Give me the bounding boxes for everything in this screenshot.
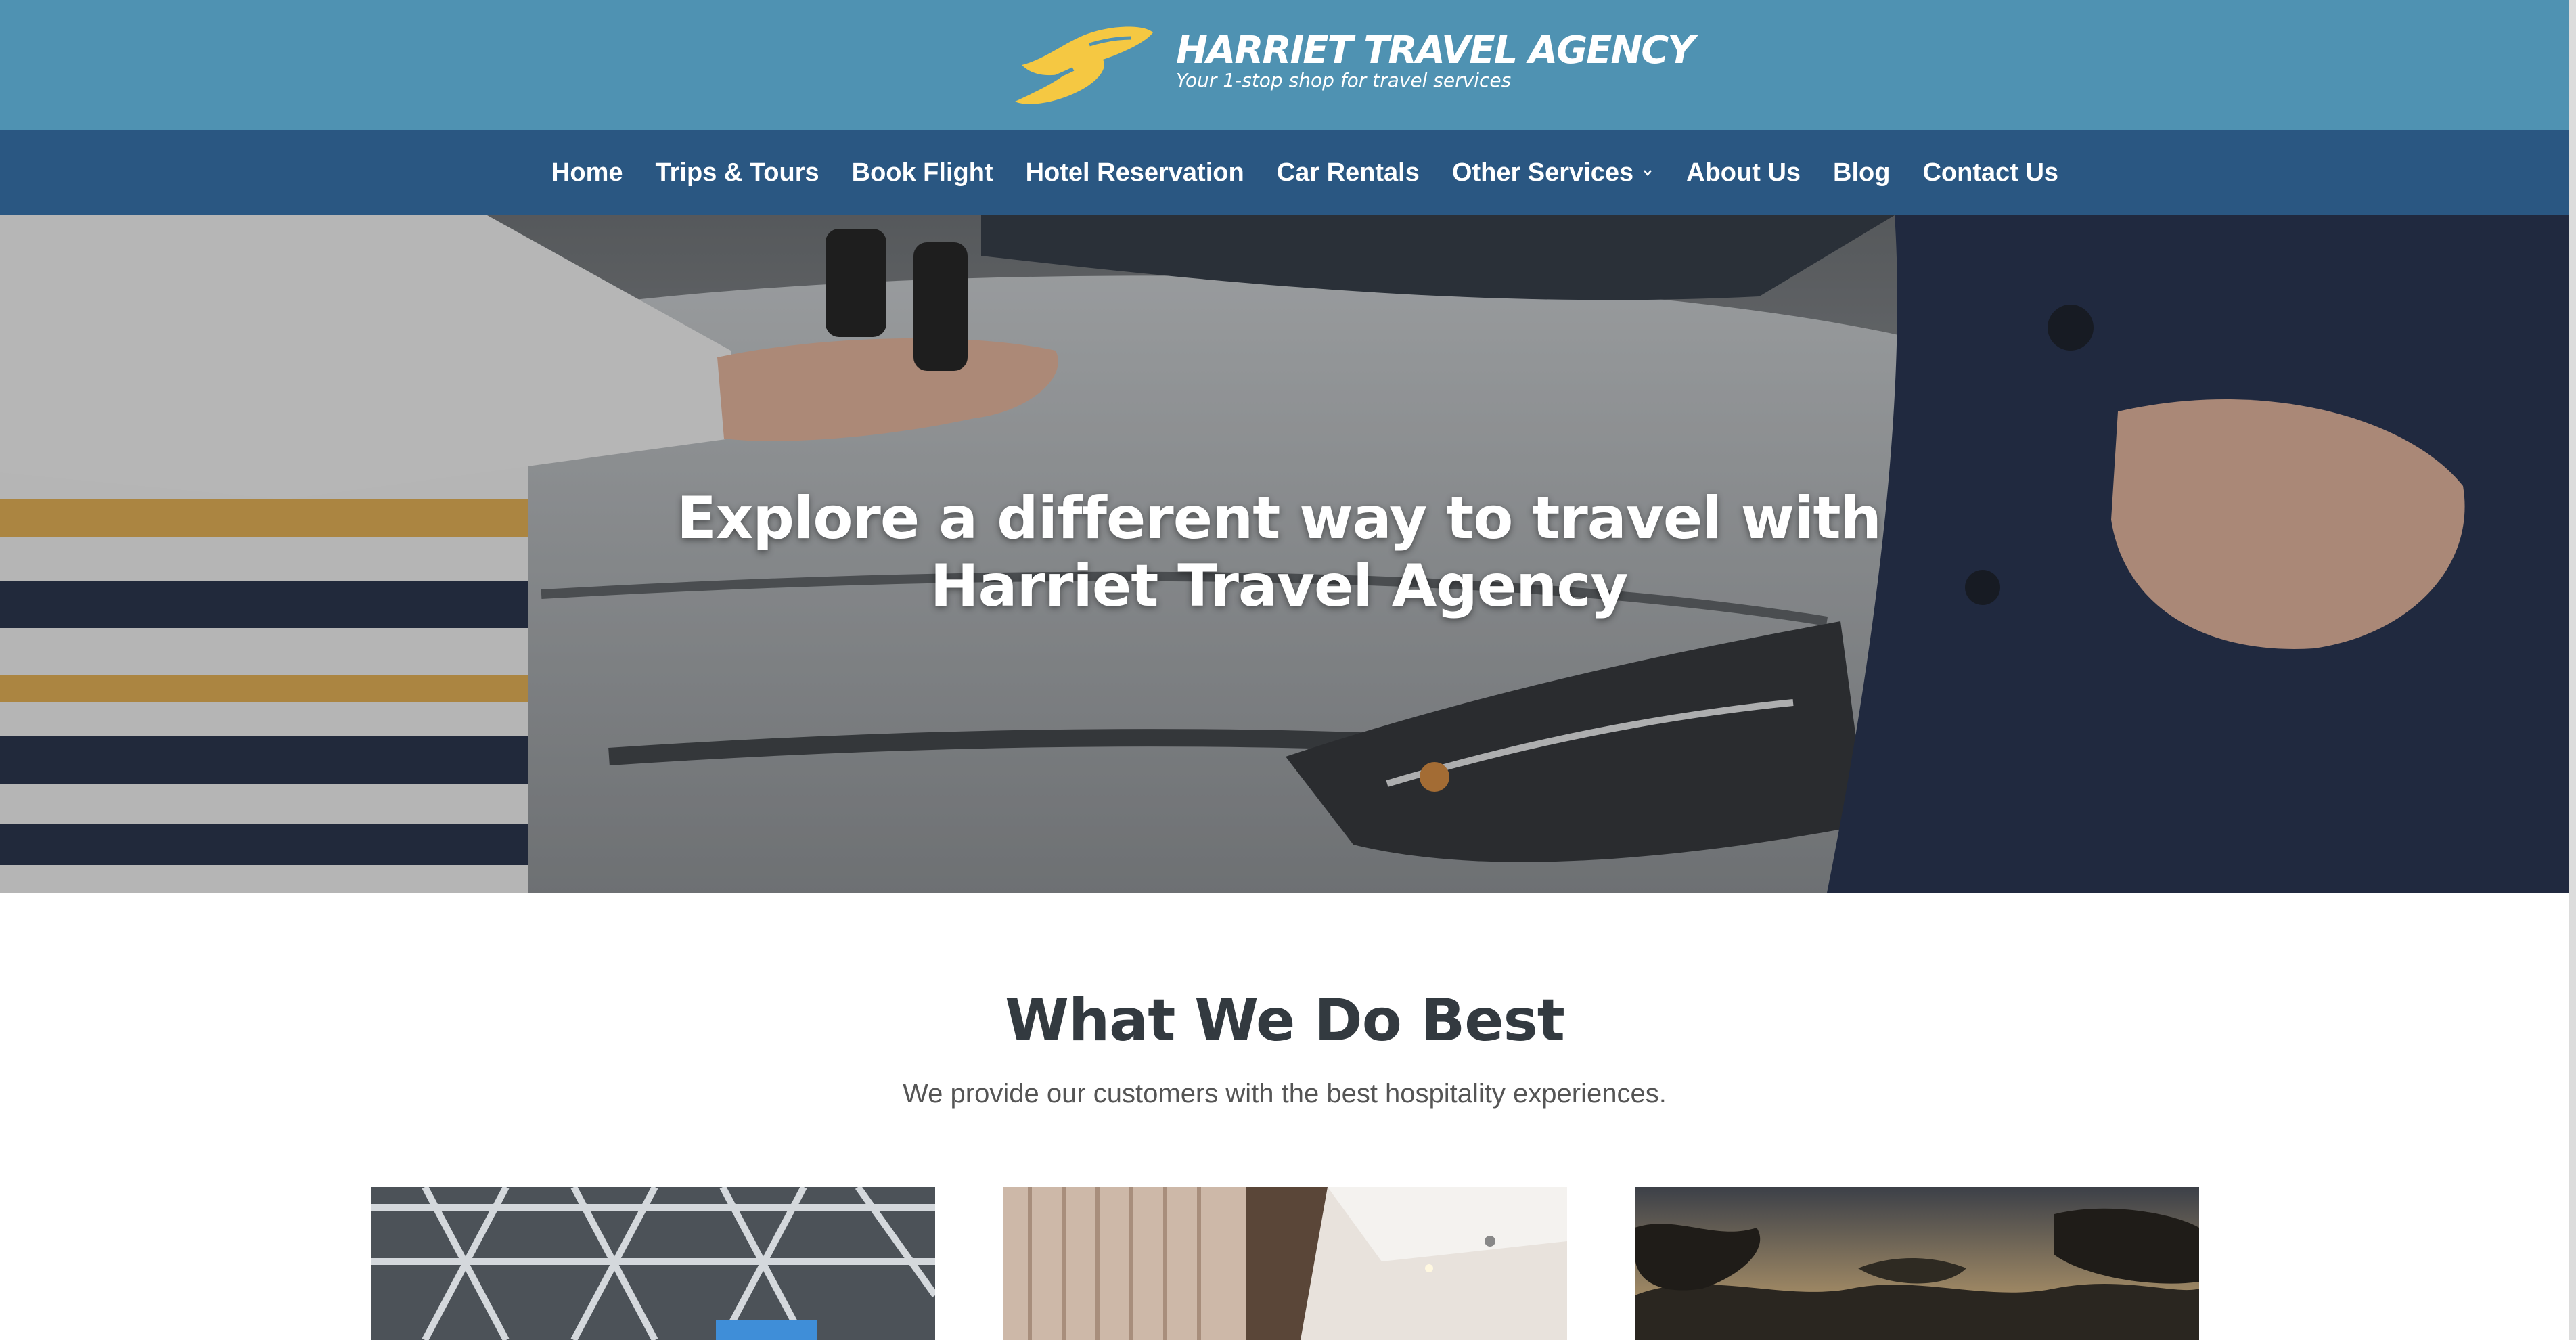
nav-label: Home: [551, 158, 623, 187]
service-card-safari[interactable]: [1635, 1187, 2199, 1340]
hero-title: Explore a different way to travel with H…: [677, 485, 1882, 620]
nav-item-contact-us[interactable]: Contact Us: [1922, 158, 2058, 187]
chevron-down-icon: [1644, 170, 1652, 176]
service-card-hotel[interactable]: [1003, 1187, 1567, 1340]
plane-wing-logo-icon[interactable]: [1008, 18, 1157, 112]
nav-label: Blog: [1833, 158, 1891, 187]
nav-label: About Us: [1686, 158, 1801, 187]
brand-tagline: Your 1-stop shop for travel services: [1176, 69, 1512, 91]
airport-terminal-photo: [371, 1187, 935, 1340]
nav-label: Hotel Reservation: [1025, 158, 1244, 187]
service-card-airport[interactable]: [371, 1187, 935, 1340]
nav-label: Trips & Tours: [655, 158, 819, 187]
nav-item-other-services[interactable]: Other Services: [1452, 158, 1654, 187]
brand-name[interactable]: HARRIET TRAVEL AGENCY: [1176, 28, 1695, 72]
nav-item-hotel-reservation[interactable]: Hotel Reservation: [1026, 158, 1244, 187]
section-title: What We Do Best: [1005, 987, 1565, 1054]
nav-list: Home Trips & Tours Book Flight Hotel Res…: [0, 130, 2569, 215]
header-brand-bar: HARRIET TRAVEL AGENCY Your 1-stop shop f…: [0, 0, 2569, 130]
page-scrollbar[interactable]: [2569, 0, 2576, 1340]
nav-item-blog[interactable]: Blog: [1833, 158, 1890, 187]
hotel-room-photo: [1003, 1187, 1567, 1340]
nav-item-book-flight[interactable]: Book Flight: [852, 158, 993, 187]
nav-label: Contact Us: [1922, 158, 2059, 187]
nav-item-car-rentals[interactable]: Car Rentals: [1277, 158, 1420, 187]
nav-label: Book Flight: [851, 158, 993, 187]
nav-item-home[interactable]: Home: [551, 158, 623, 187]
nav-item-trips-tours[interactable]: Trips & Tours: [656, 158, 819, 187]
savanna-trees-photo: [1635, 1187, 2199, 1340]
nav-item-about-us[interactable]: About Us: [1686, 158, 1801, 187]
nav-label: Other Services: [1451, 158, 1634, 187]
nav-label: Car Rentals: [1276, 158, 1420, 187]
main-navigation: Home Trips & Tours Book Flight Hotel Res…: [0, 130, 2569, 215]
hero-banner: Explore a different way to travel with H…: [0, 215, 2569, 893]
section-subtitle: We provide our customers with the best h…: [903, 1079, 1667, 1109]
